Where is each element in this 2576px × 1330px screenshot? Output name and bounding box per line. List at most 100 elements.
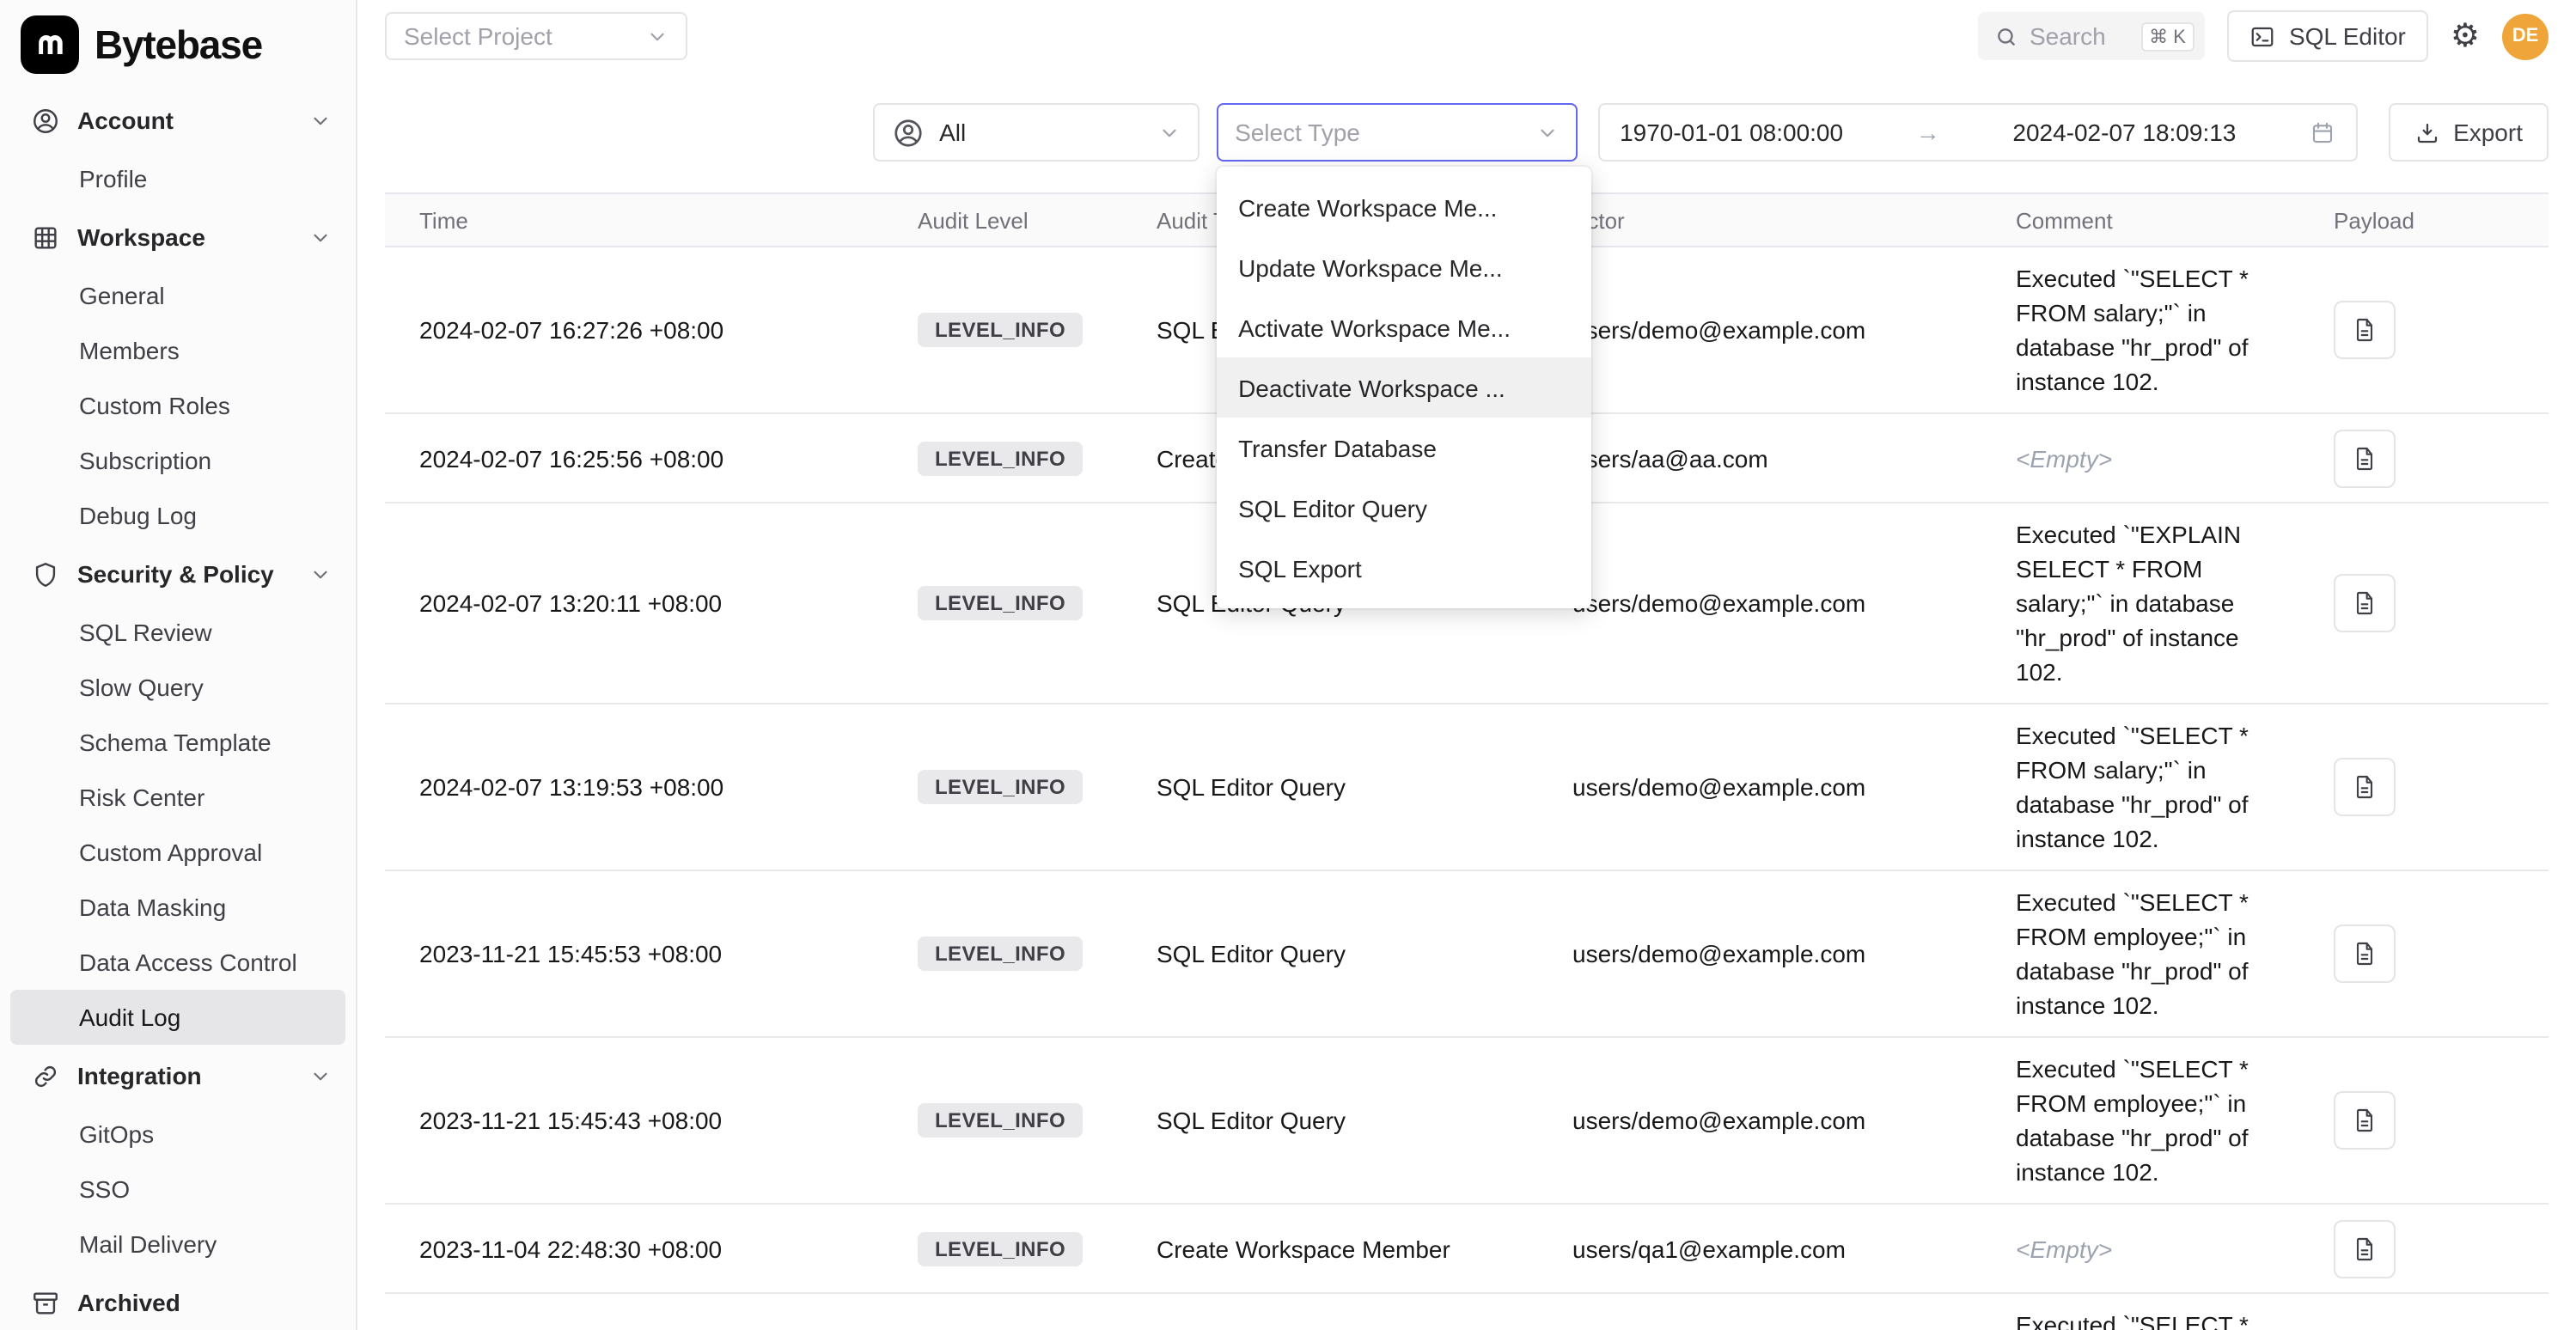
- sidebar-section-security-policy[interactable]: Security & Policy: [0, 543, 356, 605]
- payload-view-button[interactable]: [2334, 301, 2396, 359]
- project-select[interactable]: Select Project: [385, 12, 687, 60]
- cell-payload: [2299, 1077, 2549, 1163]
- avatar[interactable]: DE: [2502, 13, 2549, 59]
- sidebar-item-sso[interactable]: SSO: [10, 1162, 345, 1217]
- bytebase-logo-icon: [21, 15, 79, 74]
- sidebar-item-members[interactable]: Members: [10, 323, 345, 378]
- cell-actor: users/aa@aa.com: [1538, 430, 1981, 485]
- project-select-placeholder: Select Project: [404, 22, 552, 50]
- payload-view-button[interactable]: [2334, 574, 2396, 632]
- sidebar-section-label: Account: [77, 107, 174, 134]
- type-menu-item-transfer-database[interactable]: Transfer Database: [1216, 418, 1590, 478]
- payload-view-button[interactable]: [2334, 758, 2396, 816]
- type-menu-item-create-workspace-me[interactable]: Create Workspace Me...: [1216, 177, 1590, 237]
- cell-actor: users/demo@example.com: [1538, 302, 1981, 357]
- sidebar: Bytebase Account Profile Workspace Gener…: [0, 0, 357, 1330]
- cell-payload: [2299, 911, 2549, 997]
- sidebar-section-workspace[interactable]: Workspace: [0, 206, 356, 268]
- column-header-time: Time: [385, 207, 883, 233]
- cell-comment: Executed `"EXPLAIN SELECT * FROM salary;…: [1981, 503, 2299, 703]
- arrow-right-icon: →: [1916, 119, 1940, 146]
- level-badge: LEVEL_INFO: [918, 936, 1083, 971]
- sidebar-item-mail-delivery[interactable]: Mail Delivery: [10, 1217, 345, 1272]
- level-badge: LEVEL_INFO: [918, 441, 1083, 475]
- cell-actor: users/demo@example.com: [1538, 926, 1981, 981]
- column-header-actor: Actor: [1538, 207, 1981, 233]
- sidebar-item-custom-approval[interactable]: Custom Approval: [10, 825, 345, 880]
- cell-audit-type: SQL Editor Query: [1122, 760, 1538, 814]
- sidebar-item-general[interactable]: General: [10, 268, 345, 323]
- cell-audit-level: LEVEL_INFO: [883, 572, 1122, 634]
- cell-payload: [2299, 560, 2549, 646]
- download-icon: [2414, 119, 2439, 145]
- type-select-placeholder: Select Type: [1235, 119, 1360, 146]
- sidebar-item-gitops[interactable]: GitOps: [10, 1107, 345, 1162]
- terminal-icon: [2249, 23, 2275, 49]
- type-menu-item-sql-export[interactable]: SQL Export: [1216, 538, 1590, 598]
- sidebar-item-debug-log[interactable]: Debug Log: [10, 488, 345, 543]
- sidebar-item-slow-query[interactable]: Slow Query: [10, 660, 345, 715]
- type-menu-item-deactivate-workspace[interactable]: Deactivate Workspace ...: [1216, 357, 1590, 418]
- cell-audit-level: LEVEL_INFO: [883, 923, 1122, 985]
- type-menu-item-activate-workspace-me[interactable]: Activate Workspace Me...: [1216, 297, 1590, 357]
- table-row: 2024-02-07 13:19:53 +08:00 LEVEL_INFO SQ…: [385, 705, 2549, 871]
- payload-view-button[interactable]: [2334, 1091, 2396, 1150]
- audit-type-select[interactable]: Select Type: [1216, 103, 1577, 162]
- filter-bar: All Select Type Create Workspace Me...Up…: [357, 103, 2576, 162]
- cell-comment: Executed `"SELECT * FROM salary;"` in da…: [1981, 705, 2299, 869]
- payload-view-button[interactable]: [2334, 429, 2396, 487]
- cell-comment: <Empty>: [1981, 427, 2299, 489]
- settings-gear-icon[interactable]: ⚙: [2451, 20, 2480, 52]
- sidebar-item-profile[interactable]: Profile: [10, 151, 345, 206]
- chevron-down-icon: [309, 109, 332, 131]
- type-menu-item-update-workspace-me[interactable]: Update Workspace Me...: [1216, 237, 1590, 297]
- brand-logo[interactable]: Bytebase: [0, 0, 356, 89]
- cell-comment: <Empty>: [1981, 1217, 2299, 1279]
- sidebar-item-sql-review[interactable]: SQL Review: [10, 605, 345, 660]
- search-input[interactable]: Search ⌘ K: [1978, 12, 2205, 60]
- cell-comment: Executed `"SELECT * FROM salary;"` in da…: [1981, 247, 2299, 412]
- cell-actor: users/demo@example.com: [1538, 760, 1981, 814]
- sidebar-item-data-masking[interactable]: Data Masking: [10, 880, 345, 935]
- shield-icon: [31, 559, 60, 589]
- cell-audit-type: SQL Editor Query: [1122, 1093, 1538, 1148]
- sidebar-section-label: Archived: [77, 1289, 180, 1316]
- export-button[interactable]: Export: [2388, 103, 2549, 162]
- link-icon: [31, 1061, 60, 1090]
- table-row: 2023-11-21 15:45:43 +08:00 LEVEL_INFO SQ…: [385, 1038, 2549, 1205]
- sidebar-item-risk-center[interactable]: Risk Center: [10, 770, 345, 825]
- sidebar-item-schema-template[interactable]: Schema Template: [10, 715, 345, 770]
- chevron-down-icon: [309, 1065, 332, 1087]
- payload-view-button[interactable]: [2334, 1219, 2396, 1278]
- sidebar-nav: Account Profile Workspace General Member…: [0, 89, 356, 1330]
- column-header-audit-level: Audit Level: [883, 207, 1122, 233]
- cell-actor: users/qa1@example.com: [1538, 1221, 1981, 1276]
- date-from-value: 1970-01-01 08:00:00: [1620, 119, 1843, 146]
- level-badge: LEVEL_INFO: [918, 1231, 1083, 1266]
- archive-icon: [31, 1288, 60, 1317]
- sql-editor-button[interactable]: SQL Editor: [2227, 10, 2428, 62]
- sidebar-item-custom-roles[interactable]: Custom Roles: [10, 378, 345, 433]
- user-avatar-icon: [891, 116, 924, 149]
- payload-view-button[interactable]: [2334, 924, 2396, 983]
- cell-actor: users/demo@example.com: [1538, 576, 1981, 631]
- type-menu-item-sql-editor-query[interactable]: SQL Editor Query: [1216, 478, 1590, 538]
- cell-audit-level: LEVEL_INFO: [883, 427, 1122, 489]
- chevron-down-icon: [309, 563, 332, 585]
- calendar-icon: [2309, 119, 2335, 145]
- cell-audit-type: SQL Editor Query: [1122, 926, 1538, 981]
- sidebar-section-account[interactable]: Account: [0, 89, 356, 151]
- sidebar-section-label: Security & Policy: [77, 560, 274, 588]
- sidebar-section-archived[interactable]: Archived: [0, 1272, 356, 1330]
- sidebar-item-subscription[interactable]: Subscription: [10, 433, 345, 488]
- cell-payload: [2299, 1205, 2549, 1291]
- sidebar-item-audit-log[interactable]: Audit Log: [10, 990, 345, 1045]
- sidebar-item-data-access-control[interactable]: Data Access Control: [10, 935, 345, 990]
- cell-time: 2024-02-07 16:25:56 +08:00: [385, 430, 883, 485]
- date-range-picker[interactable]: 1970-01-01 08:00:00 → 2024-02-07 18:09:1…: [1597, 103, 2357, 162]
- export-label: Export: [2453, 119, 2523, 146]
- level-badge: LEVEL_INFO: [918, 770, 1083, 804]
- sidebar-section-integration[interactable]: Integration: [0, 1045, 356, 1107]
- table-row: 2023-11-21 15:45:53 +08:00 LEVEL_INFO SQ…: [385, 871, 2549, 1038]
- actor-scope-select[interactable]: All: [872, 103, 1199, 162]
